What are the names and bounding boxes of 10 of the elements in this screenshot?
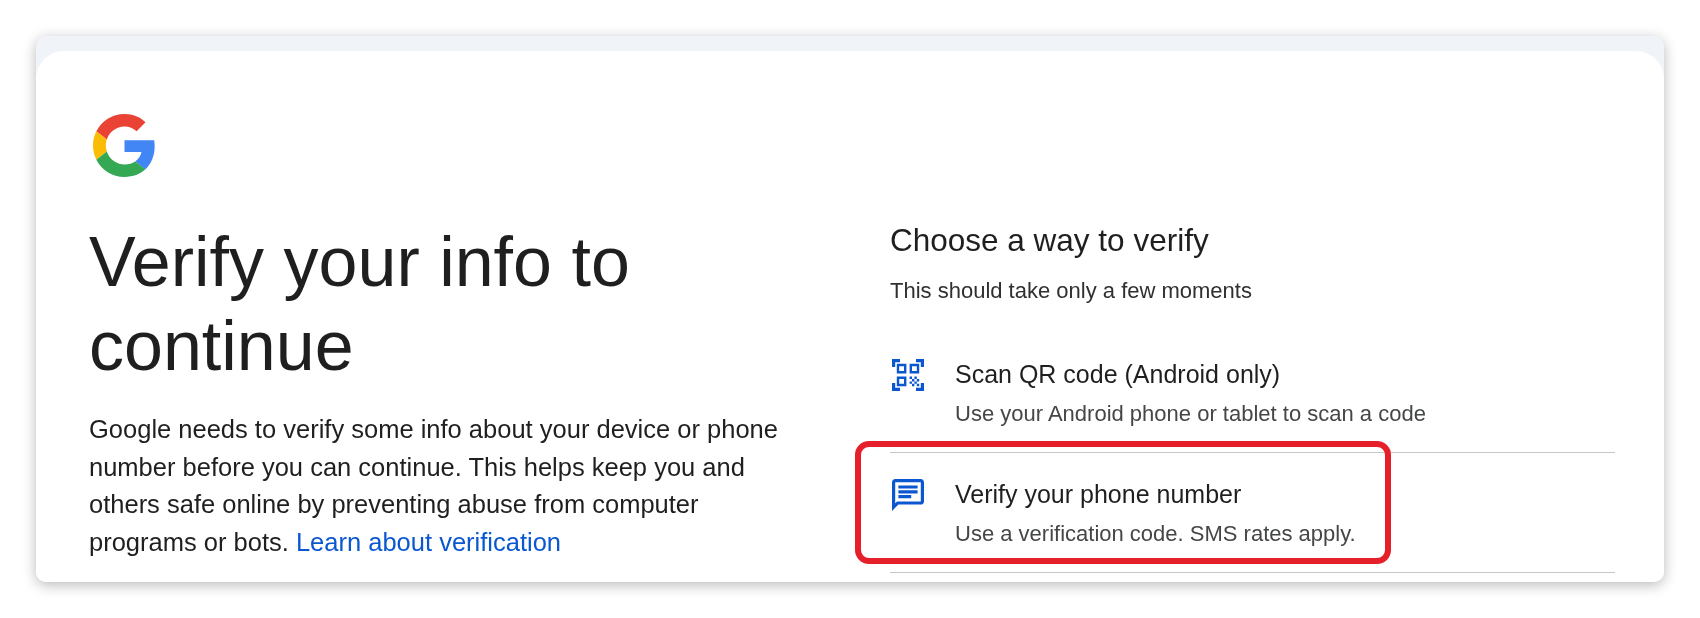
section-title: Choose a way to verify [890, 220, 1210, 260]
verification-option[interactable]: Verify your phone number Use a verification code. SMS rates apply. [890, 452, 1615, 573]
verification-option[interactable]: Scan QR code (Android only) Use your Android phone or tablet to scan a code [890, 332, 1615, 453]
message-icon [892, 478, 924, 511]
page-heading: Verify your info to continue [89, 222, 631, 387]
qr-code-icon [892, 358, 924, 391]
verification-link[interactable]: Learn about verification [295, 527, 562, 556]
g-logo [93, 114, 156, 177]
section-subtitle: This should take only a few moments [890, 276, 1253, 305]
description-text: Google needs to verify some info about your device or phone number before you can continue. This helps keep you and others safe online by preventing abuse from computer programs or bots. Learn about verification [89, 414, 779, 558]
